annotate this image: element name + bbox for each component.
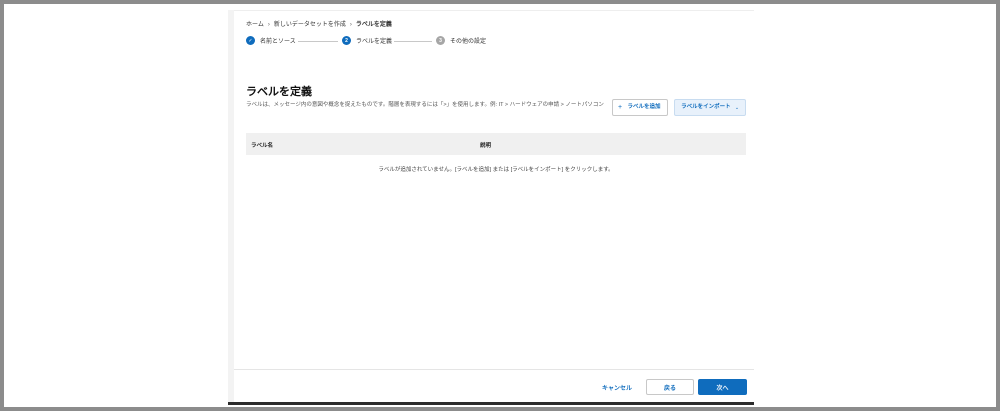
step-connector [394,41,432,42]
breadcrumb-current: ラベルを定義 [355,22,392,28]
chevron-down-icon: ⌄ [734,104,740,111]
breadcrumb: ホーム › 新しいデータセットを作成 › ラベルを定義 [246,19,392,28]
step-number-icon: 2 [342,36,351,45]
breadcrumb-new-dataset[interactable]: 新しいデータセットを作成 [274,19,346,28]
add-label-button-label: ラベルを追加 [627,104,661,110]
breadcrumb-separator: › [267,22,270,28]
step-define-labels[interactable]: 2 ラベルを定義 [342,36,392,45]
step-label: その他の設定 [450,39,487,45]
breadcrumb-separator: › [349,22,352,28]
checkmark-icon: ✓ [246,36,255,45]
step-other-settings[interactable]: 3 その他の設定 [436,36,486,45]
page-title: ラベルを定義 [246,86,312,98]
back-button[interactable]: 戻る [646,379,694,395]
step-connector [298,41,338,42]
step-number-icon: 3 [436,36,445,45]
empty-table-message: ラベルが追加されていません。[ラベルを追加] または [ラベルをインポート] を… [378,167,614,173]
footer-divider [234,369,754,370]
plus-icon: + [618,104,623,111]
step-label: ラベルを定義 [356,39,393,45]
column-header-label-name[interactable]: ラベル名 [251,141,273,149]
next-button[interactable]: 次へ [698,379,747,395]
column-header-description[interactable]: 説明 [480,141,491,149]
breadcrumb-home[interactable]: ホーム [246,19,264,28]
import-label-button-label: ラベルをインポート [681,104,731,110]
bottom-edge [228,402,754,405]
cancel-button[interactable]: キャンセル [594,379,640,395]
create-dataset-panel: ホーム › 新しいデータセットを作成 › ラベルを定義 ✓ 名前とソース 2 ラベルを定… [234,10,754,403]
wizard-stepper: ✓ 名前とソース 2 ラベルを定義 3 その他の設定 [246,36,646,48]
add-label-button[interactable]: + ラベルを追加 [612,99,668,116]
labels-table-header: ラベル名 説明 [246,133,746,155]
page-description: ラベルは、メッセージ内の意図や概念を捉えたものです。階層を表現するには「>」を使… [246,102,604,108]
step-label: 名前とソース [260,39,296,45]
step-name-and-source[interactable]: ✓ 名前とソース [246,36,296,45]
import-label-button[interactable]: ラベルをインポート ⌄ [674,99,746,116]
